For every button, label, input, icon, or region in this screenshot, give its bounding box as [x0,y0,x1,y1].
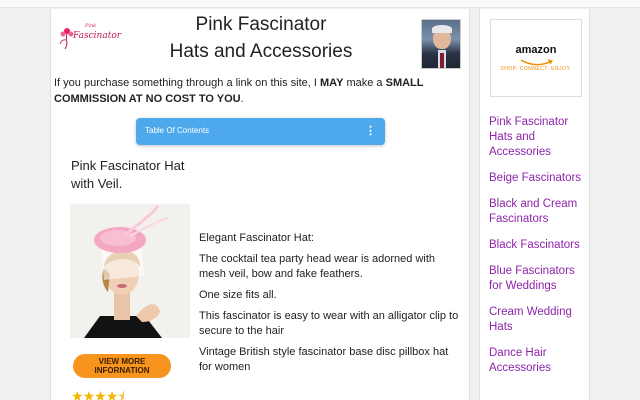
sidebar-link[interactable]: Pink Fascinator Hats and Accessories [489,115,589,160]
site-title-line-1: Pink Fascinator [195,14,327,35]
toc-label: Table Of Contents [145,126,210,135]
logo-text: Fascinator [73,31,122,41]
site-logo[interactable]: Pink Fascinator [59,23,129,57]
amazon-tagline: SHOP. CONNECT. ENJOY. [500,66,572,72]
view-more-information-button[interactable]: VIEW MORE INFORNATION [73,354,171,378]
half-star-icon: ⯨ [117,388,124,400]
description-line: This fascinator is easy to wear with an … [199,310,459,337]
star-icon: ★ [71,388,84,400]
affiliate-disclaimer: If you purchase something through a link… [54,77,424,105]
sidebar-link[interactable]: Cream Wedding Hats [489,305,589,335]
sidebar-link[interactable]: Black and Cream Fascinators [489,197,589,227]
site-title-line-2: Hats and Accessories [169,41,353,62]
logo-small-text: Pink [85,23,97,29]
description-line: Elegant Fascinator Hat: [199,232,314,244]
rating-stars: ★★★★⯨ [71,386,125,400]
model-with-fascinator-image [70,204,190,338]
amazon-banner[interactable]: amazon SHOP. CONNECT. ENJOY. [490,19,582,97]
star-icon: ★ [105,388,119,400]
sidebar-link-list: Pink Fascinator Hats and Accessories Bei… [489,115,589,387]
star-icon: ★ [94,388,107,400]
product-description: Elegant Fascinator Hat: The cocktail tea… [199,231,461,381]
description-line: Vintage British style fascinator base di… [199,346,449,373]
amazon-smile-icon [520,59,553,66]
amazon-logo-text: amazon [515,44,557,56]
sidebar-link[interactable]: Blue Fascinators for Weddings [489,264,589,294]
main-content: Pink Fascinator Pink Fascinator Hats and… [50,9,470,400]
browser-top-strip [0,0,640,8]
kebab-menu-icon[interactable]: ⋮ [365,124,376,137]
sidebar-link[interactable]: Beige Fascinators [489,171,589,186]
sidebar: amazon SHOP. CONNECT. ENJOY. Pink Fascin… [479,9,590,400]
description-line: The cocktail tea party head wear is ador… [199,253,436,280]
sidebar-link[interactable]: Black Fascinators [489,238,589,253]
product-title: Pink Fascinator Hat with Veil. [71,158,185,191]
table-of-contents-toggle[interactable]: Table Of Contents ⋮ [136,118,385,145]
site-title: Pink Fascinator Hats and Accessories [146,11,376,65]
product-image[interactable] [70,204,190,338]
description-line: One size fits all. [199,289,277,301]
author-photo [421,19,461,69]
star-icon: ★ [82,388,96,400]
sidebar-link[interactable]: Dance Hair Accessories [489,346,589,376]
